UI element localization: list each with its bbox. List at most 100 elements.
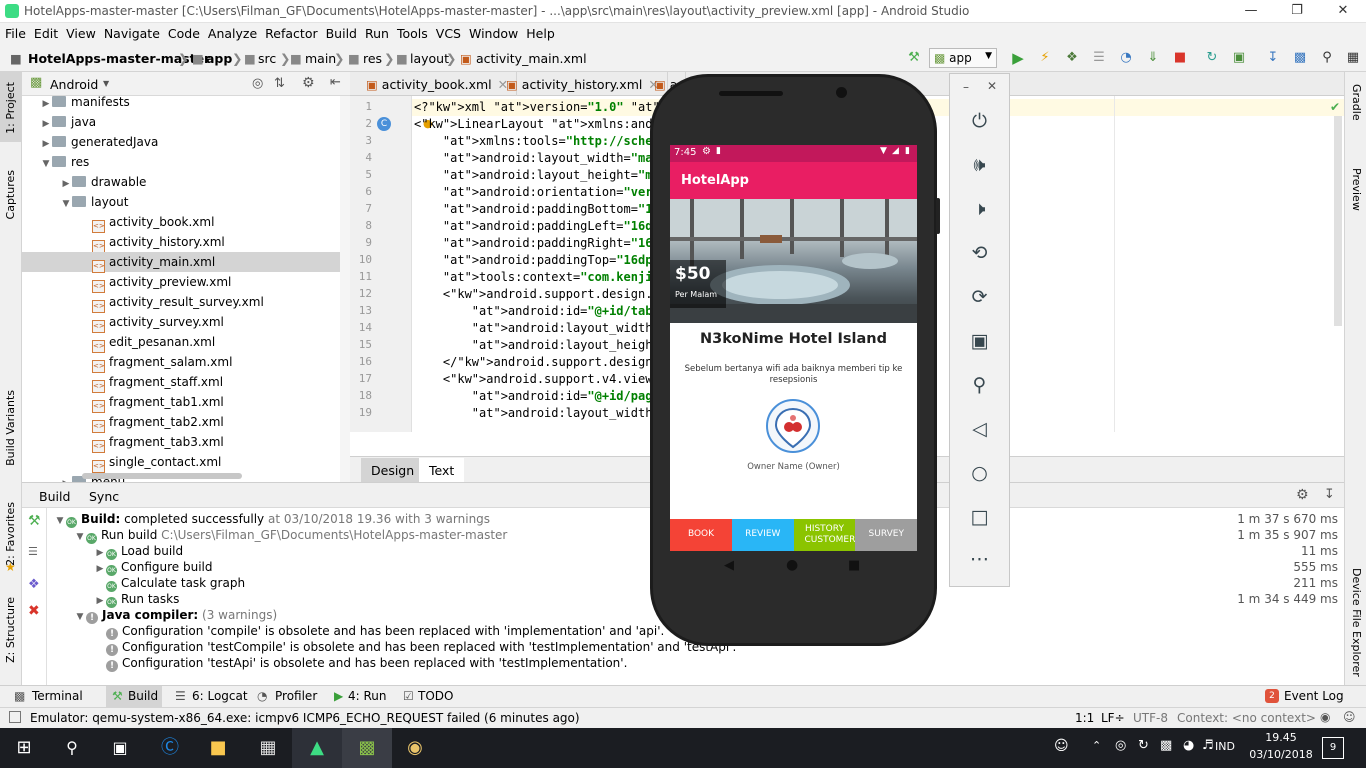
search-icon[interactable]: ⚲ xyxy=(1318,50,1336,66)
tree-item[interactable]: <> activity_book.xml xyxy=(22,212,350,233)
menu-vcs[interactable]: VCS xyxy=(431,23,464,41)
tree-item[interactable]: <> activity_preview.xml xyxy=(22,272,350,293)
breadcrumb-app[interactable]: app xyxy=(206,51,232,66)
tool-terminal[interactable]: Terminal xyxy=(32,689,102,703)
tree-item[interactable]: ▶ generatedJava xyxy=(22,132,350,152)
build-row[interactable]: ▶ OK Configure build xyxy=(94,559,212,576)
nav-review[interactable]: REVIEW xyxy=(731,519,794,551)
menu-edit[interactable]: Edit xyxy=(29,23,61,41)
menu-tools[interactable]: Tools xyxy=(392,23,431,41)
chevron-right-icon[interactable]: ▶ xyxy=(40,114,52,134)
clock-date[interactable]: 03/10/2018 xyxy=(1248,748,1314,761)
build-row[interactable]: ▶ OK Load build xyxy=(94,543,183,560)
context-info[interactable]: Context: <no context> xyxy=(1177,711,1316,725)
project-structure-icon[interactable]: ▩ xyxy=(1291,50,1309,66)
tool-logcat[interactable]: 6: Logcat xyxy=(192,689,248,703)
tree-item[interactable]: ▶ java xyxy=(22,112,350,132)
collapse-icon[interactable]: ⇅ xyxy=(274,76,285,91)
build-row[interactable]: ▶ OK Run tasks xyxy=(94,591,179,608)
tool-build-variants[interactable]: Build Variants xyxy=(4,390,17,466)
menu-file[interactable]: File xyxy=(0,23,29,41)
rotate-right-icon[interactable]: ⟳ xyxy=(950,286,1009,308)
chevron-right-icon[interactable]: ▶ xyxy=(40,94,52,114)
nav-survey[interactable]: SURVEY xyxy=(855,519,917,551)
avd-manager-icon[interactable]: ▣ xyxy=(1230,50,1248,66)
file-explorer-icon[interactable]: ■ xyxy=(206,736,230,760)
sync-gradle-icon[interactable]: ↻ xyxy=(1203,50,1221,66)
nav-history-customer[interactable]: HISTORY CUSTOMER xyxy=(793,519,856,551)
emulator-task-icon[interactable]: ▩ xyxy=(355,736,379,760)
gear-icon[interactable]: ⚙ xyxy=(1296,487,1309,503)
build-row[interactable]: ! Configuration 'testApi' is obsolete and… xyxy=(94,655,627,672)
tree-item[interactable]: ▼ res xyxy=(22,152,350,172)
inspector-icon[interactable]: ☺ xyxy=(1343,710,1356,724)
tool-project[interactable]: 1: Project xyxy=(4,82,17,134)
clock-time[interactable]: 19.45 xyxy=(1251,731,1311,744)
volume-down-icon[interactable]: 🕨 xyxy=(950,198,1009,220)
chevron-down-icon[interactable]: ▼ xyxy=(60,194,72,214)
tree-hscrollbar[interactable] xyxy=(82,473,242,479)
paint-icon[interactable]: ◉ xyxy=(403,736,427,760)
recents-nav-icon[interactable]: ■ xyxy=(848,558,860,573)
more-icon[interactable]: ⋯ xyxy=(950,548,1009,570)
task-view-icon[interactable]: ▣ xyxy=(108,736,132,760)
tool-gradle[interactable]: Gradle xyxy=(1350,84,1363,121)
attach-icon[interactable]: ⇓ xyxy=(1144,50,1162,66)
run-config-select[interactable]: ▩ app ▼ xyxy=(929,48,997,68)
code-line[interactable]: "at">android:id="@+id/pager" xyxy=(414,389,674,403)
tree-item[interactable]: <> activity_main.xml xyxy=(22,252,350,273)
volume-up-icon[interactable]: 🕪 xyxy=(950,154,1009,176)
power-icon[interactable]: ⏻ xyxy=(950,110,1009,132)
sdk-manager-icon[interactable]: ↧ xyxy=(1264,50,1282,66)
tab-sync[interactable]: Sync xyxy=(80,483,128,508)
breadcrumb-file[interactable]: activity_main.xml xyxy=(476,51,587,66)
tree-item[interactable]: ▶ drawable xyxy=(22,172,350,192)
chevron-right-icon[interactable]: ▶ xyxy=(60,174,72,194)
volume-icon[interactable]: ♬ xyxy=(1202,738,1214,753)
code-line[interactable]: "at">android:paddingBottom="16dp" xyxy=(414,202,681,216)
tree-item[interactable]: <> fragment_tab1.xml xyxy=(22,392,350,413)
home-icon[interactable]: ○ xyxy=(950,462,1009,484)
code-line[interactable]: "at">android:paddingTop="16dp" xyxy=(414,253,660,267)
tree-item[interactable]: <> edit_pesanan.xml xyxy=(22,332,350,353)
filter-icon[interactable]: ☰ xyxy=(28,545,38,558)
tree-item[interactable]: <> activity_result_survey.xml xyxy=(22,292,350,313)
tab-text[interactable]: Text xyxy=(419,458,465,482)
android-studio-task-icon[interactable]: ▲ xyxy=(305,736,329,760)
home-nav-icon[interactable]: ● xyxy=(786,557,798,573)
pin-icon[interactable]: ❖ xyxy=(28,577,40,592)
hide-panel-icon[interactable]: ↧ xyxy=(1324,487,1335,502)
menu-help[interactable]: Help xyxy=(521,23,558,41)
chevron-right-icon[interactable]: ▶ xyxy=(40,134,52,154)
tool-captures[interactable]: Captures xyxy=(4,170,17,219)
status-message[interactable]: Emulator: qemu-system-x86_64.exe: icmpv6… xyxy=(30,711,580,725)
target-icon[interactable]: ◎ xyxy=(252,76,263,91)
attach-debugger-icon[interactable]: ☰ xyxy=(1090,50,1108,66)
chevron-down-icon[interactable]: ▼ xyxy=(74,609,86,625)
people-icon[interactable]: ☺ xyxy=(1054,738,1069,754)
tree-item[interactable]: ▶ manifests xyxy=(22,92,350,112)
tree-item[interactable]: ▼ layout xyxy=(22,192,350,212)
tool-structure[interactable]: Z: Structure xyxy=(4,597,17,663)
line-separator[interactable]: LF÷ xyxy=(1101,711,1125,725)
tool-todo[interactable]: TODO xyxy=(418,689,453,703)
menu-run[interactable]: Run xyxy=(360,23,392,41)
tool-preview[interactable]: Preview xyxy=(1350,168,1363,211)
language-indicator[interactable]: IND xyxy=(1215,740,1235,753)
apply-changes-icon[interactable]: ⚡ xyxy=(1036,50,1054,66)
close-icon[interactable]: ✕ xyxy=(1320,0,1366,23)
sync-icon[interactable]: ↻ xyxy=(1138,738,1149,753)
build-row[interactable]: ▼ OK Run build C:\Users\Filman_GF\Document… xyxy=(74,527,507,544)
close-icon[interactable]: ✕ xyxy=(987,79,997,93)
tool-event-log[interactable]: Event Log xyxy=(1284,689,1344,703)
store-icon[interactable]: ▦ xyxy=(256,736,280,760)
tree-item[interactable]: <> fragment_salam.xml xyxy=(22,352,350,373)
chevron-down-icon[interactable]: ▼ xyxy=(54,513,66,529)
menu-navigate[interactable]: Navigate xyxy=(99,23,163,41)
zoom-icon[interactable]: ⚲ xyxy=(950,374,1009,396)
tool-build[interactable]: Build xyxy=(128,689,158,703)
owner-avatar[interactable] xyxy=(766,399,820,453)
tree-item[interactable]: <> fragment_tab2.xml xyxy=(22,412,350,433)
device-screen[interactable]: 7:45 ⚙ ▮ ▼ ◢ ▮ HotelApp $50 Per Malam N3… xyxy=(670,145,917,551)
minimize-icon[interactable]: – xyxy=(963,80,969,94)
